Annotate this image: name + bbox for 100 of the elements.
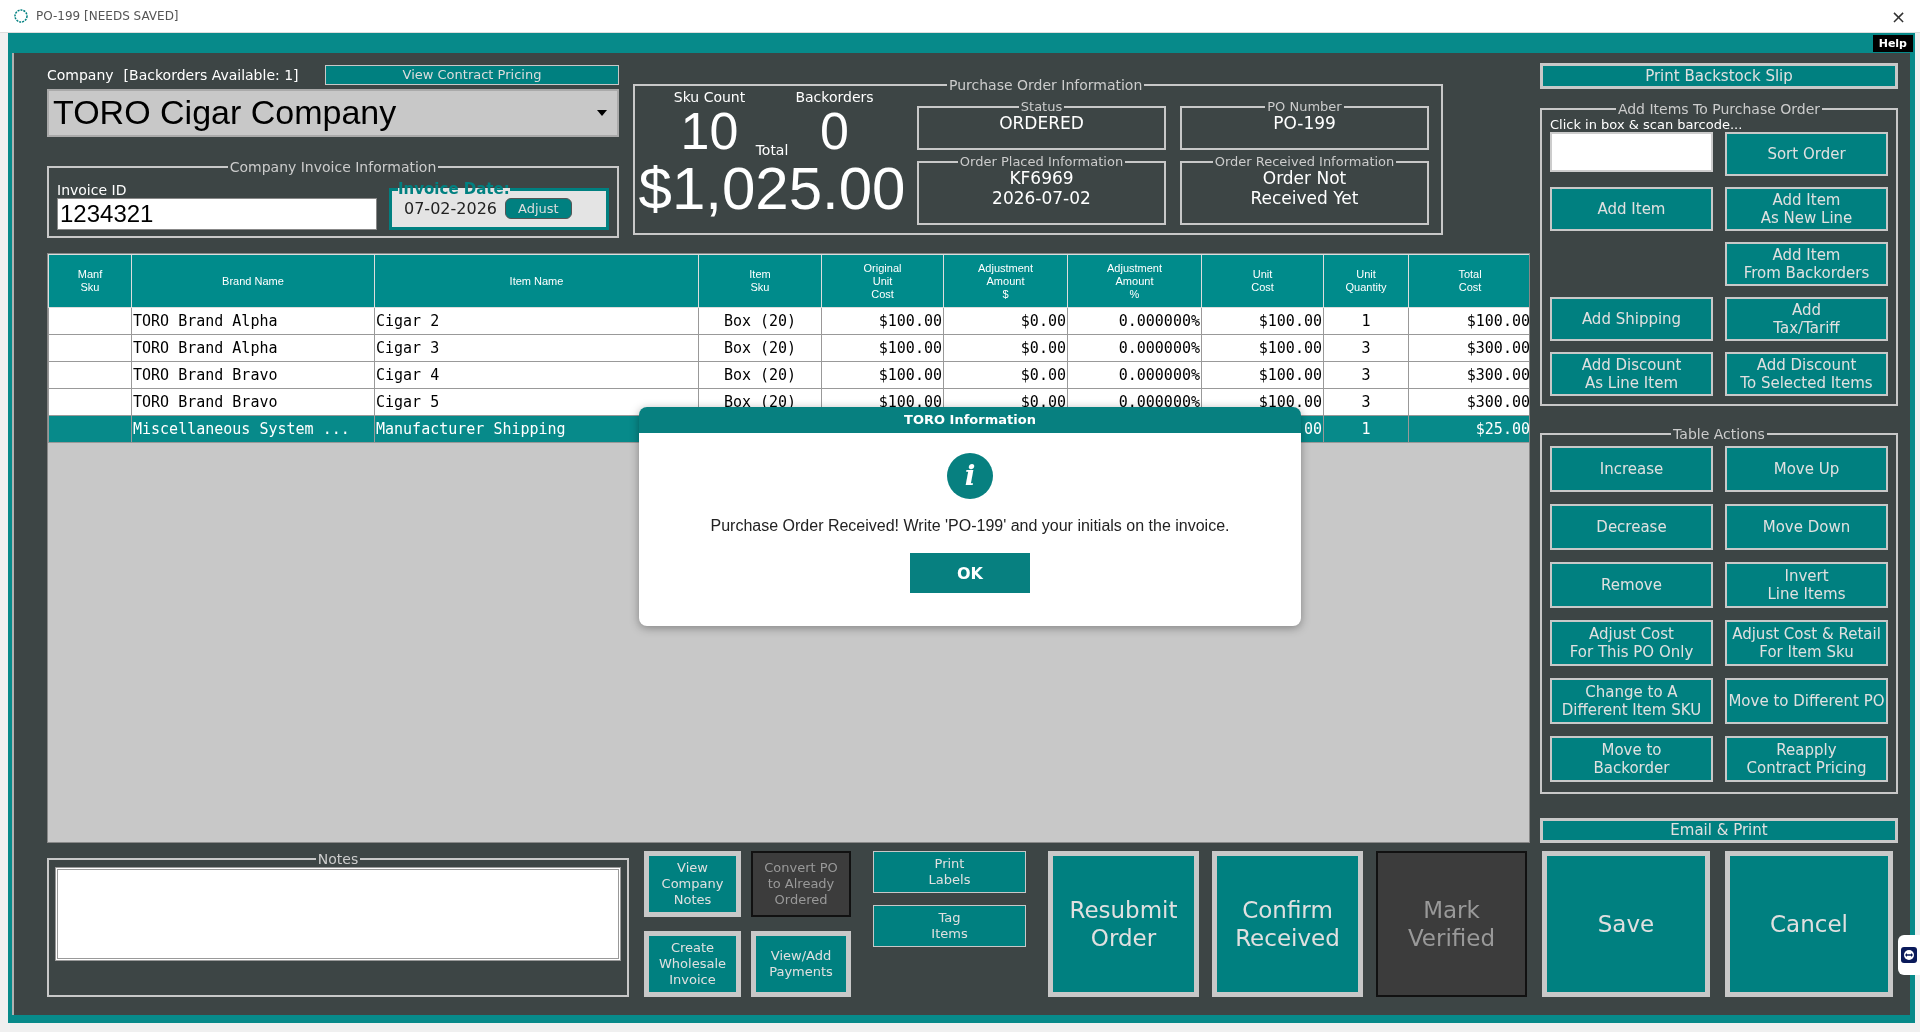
table-cell: 1: [1323, 415, 1409, 443]
barcode-field[interactable]: [1550, 131, 1713, 172]
close-button[interactable]: ×: [1884, 5, 1912, 27]
backorders-count: 0: [820, 105, 849, 157]
email-print-button[interactable]: Email & Print: [1540, 817, 1898, 843]
action-button[interactable]: Add Discount As Line Item: [1550, 351, 1713, 396]
invoice-id-label: Invoice ID: [57, 182, 128, 198]
table-cell: TORO Brand Alpha: [131, 307, 375, 335]
scan-hint: Click in box & scan barcode...: [1549, 116, 1744, 132]
info-box-label: PO Number: [1266, 101, 1343, 113]
action-button[interactable]: Print Labels: [873, 851, 1026, 893]
table-cell: 0.000000%: [1067, 334, 1202, 362]
table-cell: TORO Brand Bravo: [131, 388, 375, 416]
action-button[interactable]: Tag Items: [873, 905, 1026, 947]
invoice-date: 07-02-2026: [403, 199, 497, 218]
column-header[interactable]: Brand Name: [131, 254, 375, 308]
view-contract-pricing-button[interactable]: View Contract Pricing: [325, 64, 619, 85]
table-cell: TORO Brand Bravo: [131, 361, 375, 389]
table-cell: 3: [1323, 361, 1409, 389]
action-button[interactable]: Move to Backorder: [1550, 735, 1713, 782]
action-button[interactable]: Cancel: [1725, 851, 1893, 997]
total-label: Total: [755, 142, 789, 158]
column-header[interactable]: Item Sku: [698, 254, 822, 308]
action-button[interactable]: Change to A Different Item SKU: [1550, 677, 1713, 724]
table-cell: Cigar 2: [374, 307, 699, 335]
action-button[interactable]: Create Wholesale Invoice: [644, 931, 741, 997]
table-cell: $0.00: [943, 334, 1068, 362]
column-header[interactable]: Adjustment Amount %: [1067, 254, 1202, 308]
table-cell: $100.00: [1201, 307, 1324, 335]
arrows-icon: [1901, 947, 1917, 963]
column-header[interactable]: Original Unit Cost: [821, 254, 944, 308]
column-header[interactable]: Total Cost: [1408, 254, 1529, 308]
dialog-title: TORO Information: [639, 407, 1301, 433]
info-value: 2026-07-02: [992, 188, 1091, 208]
table-cell: $300.00: [1408, 334, 1529, 362]
table-cell: $100.00: [821, 361, 944, 389]
info-value: Received Yet: [1250, 188, 1359, 208]
help-button[interactable]: Help: [1872, 34, 1913, 52]
company-label: Company: [47, 66, 114, 83]
table-cell: $100.00: [1201, 334, 1324, 362]
table-cell: Miscellaneous System ...: [131, 415, 375, 443]
ok-button[interactable]: OK: [910, 553, 1030, 593]
invoice-id-field[interactable]: 1234321: [57, 198, 377, 230]
adjust-button[interactable]: Adjust: [505, 198, 572, 219]
column-header[interactable]: Manf Sku: [48, 254, 132, 308]
action-button[interactable]: Move Up: [1725, 445, 1888, 492]
backorders-label: Backorders: [795, 89, 874, 105]
info-value: ORDERED: [999, 113, 1084, 133]
action-button[interactable]: Remove: [1550, 561, 1713, 608]
action-button[interactable]: Reapply Contract Pricing: [1725, 735, 1888, 782]
action-button[interactable]: Adjust Cost & Retail For Item Sku: [1725, 619, 1888, 666]
column-header[interactable]: Item Name: [374, 254, 699, 308]
table-cell: 3: [1323, 388, 1409, 416]
table-cell: $0.00: [943, 307, 1068, 335]
table-cell: TORO Brand Alpha: [131, 334, 375, 362]
column-header[interactable]: Adjustment Amount $: [943, 254, 1068, 308]
action-button[interactable]: Increase: [1550, 445, 1713, 492]
group-label: Table Actions: [1672, 425, 1766, 442]
side-tab[interactable]: [1898, 935, 1920, 975]
group-label: Notes: [316, 851, 360, 867]
group-label: Company Invoice Information: [228, 158, 438, 175]
action-button[interactable]: View/Add Payments: [751, 931, 851, 997]
window-title: PO-199 [NEEDS SAVED]: [36, 9, 180, 23]
action-button[interactable]: Add Shipping: [1550, 296, 1713, 341]
info-icon: i: [947, 453, 993, 499]
action-button[interactable]: Decrease: [1550, 503, 1713, 550]
column-header[interactable]: Unit Quantity: [1323, 254, 1409, 308]
action-button[interactable]: Save: [1542, 851, 1710, 997]
table-cell: Cigar 3: [374, 334, 699, 362]
table-cell: Box (20): [698, 361, 822, 389]
sku-count-label: Sku Count: [673, 89, 746, 105]
action-button[interactable]: Add Discount To Selected Items: [1725, 351, 1888, 396]
action-button[interactable]: Adjust Cost For This PO Only: [1550, 619, 1713, 666]
action-button[interactable]: Add Item As New Line: [1725, 186, 1888, 231]
table-cell: $300.00: [1408, 361, 1529, 389]
company-dropdown[interactable]: TORO Cigar Company: [47, 88, 619, 137]
print-backstock-slip-button[interactable]: Print Backstock Slip: [1540, 63, 1898, 89]
action-button[interactable]: Move Down: [1725, 503, 1888, 550]
info-box-label: Order Received Information: [1213, 156, 1396, 168]
info-box-label: Order Placed Information: [958, 156, 1125, 168]
backorders-note: [Backorders Available: 1]: [123, 66, 299, 83]
table-cell: $25.00: [1408, 415, 1529, 443]
action-button[interactable]: Add Item From Backorders: [1725, 241, 1888, 286]
action-button[interactable]: Move to Different PO: [1725, 677, 1888, 724]
action-button[interactable]: Confirm Received: [1212, 851, 1363, 997]
table-cell: Box (20): [698, 307, 822, 335]
table-cell: 0.000000%: [1067, 307, 1202, 335]
action-button[interactable]: Invert Line Items: [1725, 561, 1888, 608]
group-label: Purchase Order Information: [948, 77, 1144, 93]
table-cell: $100.00: [821, 307, 944, 335]
notes-field[interactable]: [55, 867, 621, 961]
info-box-label: Status: [1019, 101, 1064, 113]
column-header[interactable]: Unit Cost: [1201, 254, 1324, 308]
action-button[interactable]: Add Tax/Tariff: [1725, 296, 1888, 341]
total-amount: $1,025.00: [638, 158, 906, 220]
action-button[interactable]: Sort Order: [1725, 131, 1888, 176]
action-button[interactable]: View Company Notes: [644, 851, 741, 917]
info-value: PO-199: [1273, 113, 1336, 133]
action-button[interactable]: Add Item: [1550, 186, 1713, 231]
action-button[interactable]: Resubmit Order: [1048, 851, 1199, 997]
